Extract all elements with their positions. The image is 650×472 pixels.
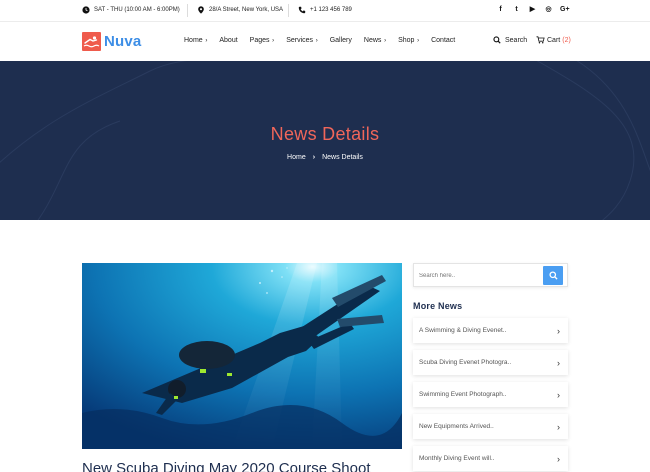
- nav-item-services[interactable]: Services ›: [286, 37, 318, 44]
- sidebar-search-button[interactable]: [543, 266, 563, 285]
- social-links: f t ▶ ◎ G+: [496, 5, 569, 15]
- divider: [187, 4, 188, 17]
- news-item-title: A Swimming & Diving Evenet..: [419, 327, 507, 334]
- chevron-right-icon: ›: [557, 421, 560, 432]
- nav-item-about[interactable]: About: [219, 37, 237, 44]
- logo[interactable]: Nuva: [82, 32, 141, 51]
- search-icon: [548, 271, 558, 280]
- opening-hours-text: SAT - THU (10:00 AM - 6:00PM): [94, 7, 180, 13]
- page-banner: News Details Home › News Details: [0, 61, 650, 220]
- sidebar-search: [413, 263, 568, 287]
- cart-button[interactable]: Cart (2): [536, 36, 571, 44]
- news-list-item[interactable]: Swimming Event Photograph.. ›: [413, 382, 568, 407]
- main-header: Nuva Home › About Pages › Services › Gal…: [0, 23, 650, 61]
- breadcrumb-home-link[interactable]: Home: [287, 154, 306, 161]
- nav-item-home[interactable]: Home ›: [184, 37, 207, 44]
- instagram-icon[interactable]: ◎: [544, 5, 553, 15]
- clock-icon: [82, 6, 90, 14]
- chevron-right-icon: ›: [270, 38, 275, 44]
- article-featured-image: [82, 263, 402, 449]
- news-list-item[interactable]: A Swimming & Diving Evenet.. ›: [413, 318, 568, 343]
- chevron-right-icon: ›: [415, 38, 420, 44]
- article-title: New Scuba Diving May 2020 Course Shoot: [82, 460, 371, 472]
- search-label: Search: [505, 36, 528, 44]
- news-list-item[interactable]: Monthly Diving Event will.. ›: [413, 446, 568, 471]
- header-search-button[interactable]: Search: [493, 36, 527, 44]
- facebook-icon[interactable]: f: [496, 5, 505, 15]
- chevron-right-icon: ›: [557, 357, 560, 368]
- logo-text: Nuva: [104, 33, 142, 50]
- news-item-title: Swimming Event Photograph..: [419, 391, 507, 398]
- chevron-right-icon: ›: [312, 154, 316, 161]
- news-item-title: New Equipments Arrived..: [419, 423, 494, 430]
- nav-item-shop[interactable]: Shop ›: [398, 37, 419, 44]
- nav-item-contact[interactable]: Contact: [431, 37, 455, 44]
- breadcrumb: Home › News Details: [0, 154, 650, 161]
- chevron-right-icon: ›: [314, 38, 318, 44]
- address: 28/A Street, New York, USA: [197, 6, 283, 14]
- swimmer-logo-icon: [82, 32, 101, 51]
- page-title: News Details: [270, 124, 380, 144]
- nav-item-pages[interactable]: Pages ›: [250, 37, 275, 44]
- cart-count-badge: (2): [562, 36, 571, 44]
- chevron-right-icon: ›: [557, 325, 560, 336]
- news-item-title: Monthly Diving Event will..: [419, 455, 495, 462]
- divider: [288, 4, 289, 17]
- news-list-item[interactable]: Scuba Diving Evenet Photogra.. ›: [413, 350, 568, 375]
- chevron-right-icon: ›: [382, 38, 387, 44]
- cart-icon: [536, 36, 545, 44]
- opening-hours: SAT - THU (10:00 AM - 6:00PM): [82, 6, 180, 14]
- chevron-right-icon: ›: [557, 389, 560, 400]
- search-icon: [493, 36, 501, 44]
- youtube-icon[interactable]: ▶: [528, 5, 537, 15]
- nav-item-gallery[interactable]: Gallery: [330, 37, 352, 44]
- nav-item-news[interactable]: News ›: [364, 37, 386, 44]
- phone-icon: [298, 6, 306, 14]
- main-nav: Home › About Pages › Services › Gallery …: [184, 37, 467, 44]
- map-pin-icon: [198, 6, 204, 14]
- more-news-heading: More News: [413, 301, 463, 311]
- breadcrumb-current: News Details: [322, 154, 363, 161]
- top-info-bar: SAT - THU (10:00 AM - 6:00PM) 28/A Stree…: [0, 0, 650, 22]
- sidebar-search-input[interactable]: [419, 270, 539, 282]
- chevron-right-icon: ›: [203, 38, 208, 44]
- phone-text: +1 123 456 789: [310, 7, 352, 13]
- cart-label: Cart: [547, 36, 561, 44]
- twitter-icon[interactable]: t: [512, 5, 521, 15]
- google-plus-icon[interactable]: G+: [560, 5, 570, 15]
- news-item-title: Scuba Diving Evenet Photogra..: [419, 359, 512, 366]
- phone[interactable]: +1 123 456 789: [298, 6, 352, 14]
- address-text: 28/A Street, New York, USA: [209, 7, 284, 13]
- news-list-item[interactable]: New Equipments Arrived.. ›: [413, 414, 568, 439]
- chevron-right-icon: ›: [557, 453, 560, 464]
